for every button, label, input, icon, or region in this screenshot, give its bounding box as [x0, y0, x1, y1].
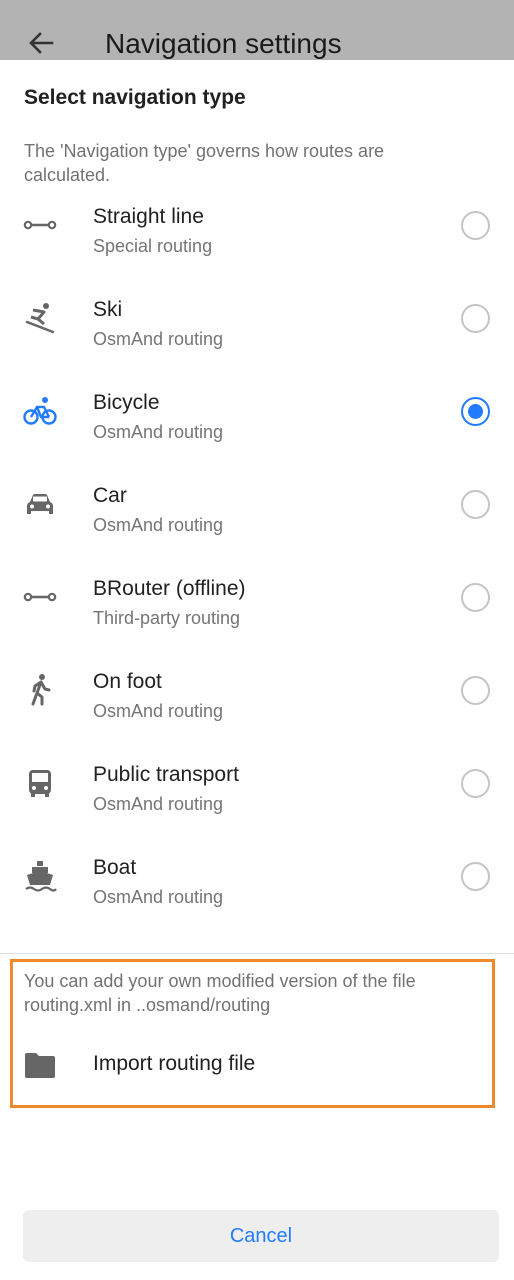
- straight-line-icon: [22, 207, 58, 243]
- option-ski[interactable]: Ski OsmAnd routing: [0, 278, 514, 371]
- radio-button-selected[interactable]: [461, 397, 490, 426]
- radio-button[interactable]: [461, 676, 490, 705]
- option-sublabel: OsmAnd routing: [93, 515, 224, 535]
- option-sublabel: OsmAnd routing: [93, 794, 224, 814]
- radio-button[interactable]: [461, 490, 490, 519]
- radio-button[interactable]: [461, 769, 490, 798]
- option-label: Ski: [93, 298, 123, 321]
- straight-line-icon: [22, 579, 58, 615]
- option-sublabel: Special routing: [93, 236, 213, 256]
- option-straight-line[interactable]: Straight line Special routing: [0, 185, 514, 278]
- bus-icon: [22, 765, 58, 801]
- car-icon: [22, 486, 58, 522]
- divider: [0, 953, 514, 954]
- navigation-type-list: Straight line Special routing Ski OsmAnd…: [0, 185, 514, 929]
- option-sublabel: Third-party routing: [93, 608, 241, 628]
- option-boat[interactable]: Boat OsmAnd routing: [0, 836, 514, 929]
- radio-button[interactable]: [461, 211, 490, 240]
- import-description: You can add your own modified version of…: [24, 971, 416, 1015]
- option-label: Boat: [93, 856, 137, 879]
- boat-icon: [22, 858, 58, 894]
- option-label: Public transport: [93, 763, 239, 786]
- option-label: Straight line: [93, 205, 204, 228]
- option-sublabel: OsmAnd routing: [93, 422, 224, 442]
- option-brouter[interactable]: BRouter (offline) Third-party routing: [0, 557, 514, 650]
- option-sublabel: OsmAnd routing: [93, 701, 224, 721]
- arrow-left-icon[interactable]: [26, 28, 56, 58]
- import-label: Import routing file: [93, 1052, 256, 1075]
- cancel-button[interactable]: Cancel: [23, 1210, 499, 1262]
- folder-icon: [25, 1053, 55, 1078]
- option-on-foot[interactable]: On foot OsmAnd routing: [0, 650, 514, 743]
- radio-button[interactable]: [461, 862, 490, 891]
- option-sublabel: OsmAnd routing: [93, 329, 224, 349]
- option-car[interactable]: Car OsmAnd routing: [0, 464, 514, 557]
- bicycle-icon: [22, 393, 58, 429]
- option-public-transport[interactable]: Public transport OsmAnd routing: [0, 743, 514, 836]
- radio-button[interactable]: [461, 304, 490, 333]
- option-label: BRouter (offline): [93, 577, 246, 600]
- import-routing-file-button[interactable]: Import routing file: [0, 1040, 500, 1090]
- pedestrian-icon: [22, 672, 58, 708]
- option-label: Bicycle: [93, 391, 160, 414]
- skier-icon: [22, 300, 58, 336]
- option-bicycle[interactable]: Bicycle OsmAnd routing: [0, 371, 514, 464]
- option-sublabel: OsmAnd routing: [93, 887, 224, 907]
- option-label: On foot: [93, 670, 162, 693]
- sheet-description: The 'Navigation type' governs how routes…: [24, 141, 385, 185]
- option-label: Car: [93, 484, 127, 507]
- page-title: Navigation settings: [105, 28, 342, 59]
- navigation-type-sheet: Select navigation type The 'Navigation t…: [0, 60, 514, 1280]
- radio-button[interactable]: [461, 583, 490, 612]
- sheet-title: Select navigation type: [24, 86, 246, 109]
- app-bar: Navigation settings: [0, 0, 514, 60]
